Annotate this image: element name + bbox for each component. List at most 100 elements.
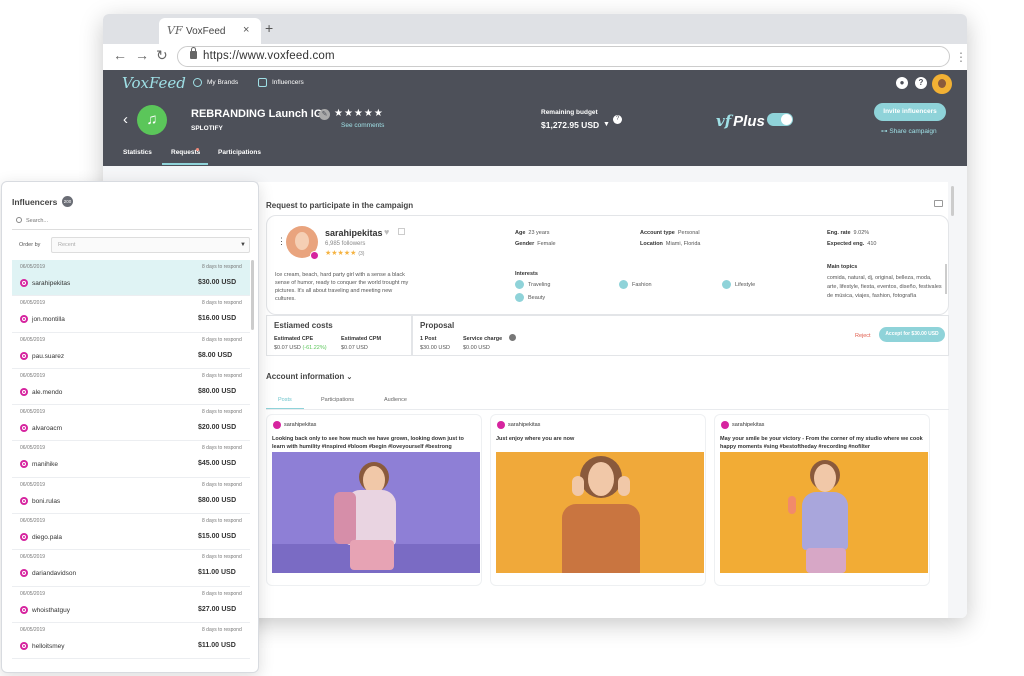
influencer-row[interactable]: 06/05/20198 days to respondale.mendo$80.… (12, 369, 250, 405)
campaign-title: REBRANDING Launch IG (191, 108, 322, 120)
influencer-row[interactable]: 06/05/20198 days to respondpau.suarez$8.… (12, 333, 250, 369)
nav-influencers-label: Influencers (272, 79, 304, 86)
influencer-row[interactable]: 06/05/20198 days to respondwhoisthatguy$… (12, 587, 250, 623)
post-caption: Looking back only to see how much we hav… (272, 436, 477, 451)
remaining-budget-value: $1,272.95 USD (541, 120, 599, 130)
message-icon[interactable] (934, 200, 943, 207)
tab-participations-posts[interactable]: Participations (321, 397, 354, 403)
reject-button[interactable]: Reject (855, 333, 871, 339)
post-photo (496, 452, 704, 573)
close-tab-icon[interactable]: × (243, 24, 249, 36)
back-arrow-icon[interactable]: ← (113, 47, 127, 63)
nav-my-brands-label: My Brands (207, 79, 238, 86)
influencers-count-badge: 200 (62, 196, 73, 207)
influencer-row[interactable]: 06/05/20198 days to responddariandavidso… (12, 550, 250, 586)
order-by-label: Order by (19, 242, 40, 248)
request-date: 06/05/2019 (20, 373, 45, 379)
user-avatar[interactable] (932, 74, 952, 94)
instagram-icon (310, 251, 319, 260)
forward-arrow-icon[interactable]: → (135, 47, 149, 63)
voxfeed-logo[interactable]: VoxFeed (122, 74, 186, 92)
tab-posts[interactable]: Posts (278, 397, 292, 403)
nav-my-brands[interactable]: My Brands (193, 78, 238, 87)
invite-influencers-button[interactable]: Invite influencers (874, 103, 946, 121)
age-label: Age (515, 230, 525, 236)
heart-icon[interactable]: ♥ (384, 227, 389, 237)
tab-audience[interactable]: Audience (384, 397, 407, 403)
plus-label-text: Plus (733, 113, 765, 130)
more-options-icon[interactable]: ⋮ (277, 236, 286, 247)
post-tabs-divider (266, 409, 949, 410)
influencer-row[interactable]: 06/05/20198 days to respondmanihike$45.0… (12, 441, 250, 477)
browser-tab[interactable]: VF VoxFeed × (159, 18, 261, 44)
cpe-label: Estimated CPE (274, 336, 313, 342)
edit-pencil-icon[interactable]: ✎ (319, 109, 330, 120)
plus-toggle[interactable] (767, 113, 793, 126)
app-header: VoxFeed My Brands Influencers ● ? ‹ ♫ RE… (103, 70, 967, 166)
influencer-username: diego.pala (32, 534, 62, 541)
external-link-icon[interactable] (398, 228, 405, 235)
request-date: 06/05/2019 (20, 591, 45, 597)
influencer-search (12, 214, 252, 230)
influencer-row[interactable]: 06/05/20198 days to respondsarahipekitas… (12, 260, 250, 296)
reload-icon[interactable]: ↻ (156, 47, 168, 64)
request-date: 06/05/2019 (20, 337, 45, 343)
main-scrollbar[interactable] (951, 186, 954, 216)
order-by-select[interactable]: Recent ▼ (51, 237, 250, 253)
account-information-toggle[interactable]: Account information ⌄ (266, 372, 352, 381)
topics-scrollbar[interactable] (945, 264, 947, 294)
influencer-list-scrollbar[interactable] (251, 260, 254, 330)
post-caption: Just enjoy where you are now (496, 436, 701, 444)
expected-eng-label: Expected eng. (827, 241, 864, 247)
accept-button[interactable]: Accept for $30.00 USD (879, 327, 945, 342)
influencer-row[interactable]: 06/05/20198 days to respondboni.rulas$80… (12, 478, 250, 514)
cpm-label: Estimated CPM (341, 336, 381, 342)
post-card[interactable]: sarahipekitas May your smile be your vic… (714, 414, 930, 586)
tab-statistics[interactable]: Statistics (123, 149, 152, 156)
post-photo (720, 452, 928, 573)
influencer-row[interactable]: 06/05/20198 days to respondalvaroacm$20.… (12, 405, 250, 441)
budget-info-icon[interactable]: ? (613, 115, 622, 124)
influencer-price: $20.00 USD (198, 424, 236, 431)
interest-traveling: Traveling (515, 280, 550, 289)
browser-toolbar: ← → ↻ https://www.voxfeed.com ⋮ (103, 44, 967, 70)
cpe-value: $0.07 USD (-61.22%) (274, 345, 327, 351)
interest-label: Traveling (528, 282, 550, 288)
voxfeed-mark-icon: vf (716, 112, 731, 130)
influencer-row[interactable]: 06/05/20198 days to respondhelloitsmey$1… (12, 623, 250, 659)
beauty-icon (515, 293, 524, 302)
nav-influencers[interactable]: Influencers (258, 78, 304, 87)
expected-eng-value: 410 (867, 241, 876, 247)
browser-menu-icon[interactable]: ⋮ (955, 50, 967, 64)
address-bar[interactable]: https://www.voxfeed.com (177, 46, 950, 67)
days-to-respond: 8 days to respond (202, 373, 242, 379)
post-photo (272, 452, 480, 573)
proposal-box: Proposal 1 Post $30.00 USD Service charg… (412, 315, 949, 356)
budget-dropdown-icon[interactable]: ▼ (603, 121, 610, 128)
influencer-name[interactable]: sarahipekitas (325, 228, 383, 238)
new-tab-icon[interactable]: + (265, 20, 273, 36)
post-card[interactable]: sarahipekitas Just enjoy where you are n… (490, 414, 706, 586)
post-username: sarahipekitas (732, 422, 764, 428)
days-to-respond: 8 days to respond (202, 482, 242, 488)
tab-participations[interactable]: Participations (218, 149, 261, 156)
post-count-label: 1 Post (420, 336, 437, 342)
back-chevron-icon[interactable]: ‹ (123, 111, 128, 128)
gender-field: GenderFemale (515, 241, 556, 247)
service-charge-label: Service charge (463, 336, 502, 342)
help-icon[interactable]: ? (915, 77, 927, 89)
search-input[interactable] (26, 215, 246, 227)
post-card[interactable]: sarahipekitas Looking back only to see h… (266, 414, 482, 586)
see-comments-link[interactable]: See comments (341, 122, 384, 129)
influencer-row[interactable]: 06/05/20198 days to responddiego.pala$15… (12, 514, 250, 550)
request-date: 06/05/2019 (20, 518, 45, 524)
instagram-icon (20, 642, 28, 650)
request-date: 06/05/2019 (20, 445, 45, 451)
days-to-respond: 8 days to respond (202, 337, 242, 343)
service-charge-info-icon[interactable] (509, 334, 516, 341)
share-campaign-link[interactable]: ⊶ Share campaign (881, 127, 937, 135)
interests-label: Interests (515, 271, 538, 277)
days-to-respond: 8 days to respond (202, 409, 242, 415)
influencer-row[interactable]: 06/05/20198 days to respondjon.montilla$… (12, 296, 250, 332)
notifications-icon[interactable]: ● (896, 77, 908, 89)
